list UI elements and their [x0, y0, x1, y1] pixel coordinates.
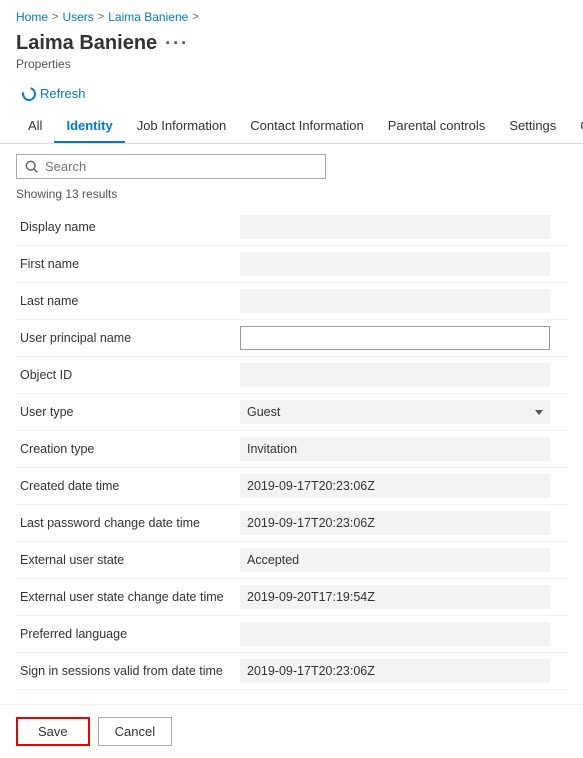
table-row: Display name	[16, 209, 567, 246]
table-row: Object ID	[16, 357, 567, 394]
property-label: Last name	[16, 283, 236, 320]
property-label: Object ID	[16, 357, 236, 394]
table-row: Sign in sessions valid from date time201…	[16, 653, 567, 690]
property-label: External user state	[16, 542, 236, 579]
property-value	[236, 246, 567, 283]
toolbar: Refresh	[0, 77, 583, 110]
property-value	[236, 209, 567, 246]
property-value[interactable]	[236, 320, 567, 357]
property-value	[236, 283, 567, 320]
property-label: User principal name	[16, 320, 236, 357]
results-count: Showing 13 results	[16, 187, 567, 201]
breadcrumb-home[interactable]: Home	[16, 10, 48, 24]
property-label: Created date time	[16, 468, 236, 505]
property-value: 2019-09-17T20:23:06Z	[236, 505, 567, 542]
tab-onprem[interactable]: On-premises	[568, 110, 583, 143]
property-value: Invitation	[236, 431, 567, 468]
content-area: Showing 13 results Display nameFirst nam…	[0, 144, 583, 700]
property-value: 2019-09-17T20:23:06Z	[236, 468, 567, 505]
table-row: Last name	[16, 283, 567, 320]
property-label: External user state change date time	[16, 579, 236, 616]
table-row: External user state change date time2019…	[16, 579, 567, 616]
table-row: External user stateAccepted	[16, 542, 567, 579]
value-text: 2019-09-20T17:19:54Z	[240, 585, 550, 609]
tab-job[interactable]: Job Information	[125, 110, 239, 143]
property-label: Preferred language	[16, 616, 236, 653]
property-label: User type	[16, 394, 236, 431]
property-value	[236, 616, 567, 653]
cancel-button[interactable]: Cancel	[98, 717, 172, 746]
breadcrumb-sep1: >	[52, 11, 58, 23]
search-input[interactable]	[45, 159, 317, 174]
table-row: Creation typeInvitation	[16, 431, 567, 468]
value-text: Accepted	[240, 548, 550, 572]
property-table: Display nameFirst nameLast nameUser prin…	[16, 209, 567, 690]
value-text: Invitation	[240, 437, 550, 461]
refresh-label: Refresh	[40, 86, 86, 101]
editable-field[interactable]	[240, 326, 550, 350]
table-row: First name	[16, 246, 567, 283]
property-label: First name	[16, 246, 236, 283]
page-title-row: Laima Baniene ···	[0, 28, 583, 55]
property-label: Display name	[16, 209, 236, 246]
property-label: Creation type	[16, 431, 236, 468]
chevron-down-icon	[535, 410, 543, 415]
more-options-button[interactable]: ···	[165, 33, 189, 54]
value-text: 2019-09-17T20:23:06Z	[240, 474, 550, 498]
search-icon	[25, 160, 39, 174]
page-subtitle: Properties	[0, 55, 583, 77]
property-label: Sign in sessions valid from date time	[16, 653, 236, 690]
breadcrumb: Home > Users > Laima Baniene >	[0, 0, 583, 28]
property-label: Last password change date time	[16, 505, 236, 542]
property-value	[236, 357, 567, 394]
tab-bar: AllIdentityJob InformationContact Inform…	[0, 110, 583, 144]
value-text: 2019-09-17T20:23:06Z	[240, 511, 550, 535]
property-value: 2019-09-20T17:19:54Z	[236, 579, 567, 616]
page-title: Laima Baniene	[16, 32, 157, 55]
property-value: 2019-09-17T20:23:06Z	[236, 653, 567, 690]
breadcrumb-users[interactable]: Users	[62, 10, 93, 24]
tab-contact[interactable]: Contact Information	[238, 110, 375, 143]
dropdown-field[interactable]: Guest	[240, 400, 550, 424]
table-row: User typeGuest	[16, 394, 567, 431]
tab-parental[interactable]: Parental controls	[376, 110, 498, 143]
refresh-button[interactable]: Refresh	[16, 83, 92, 104]
property-value: Accepted	[236, 542, 567, 579]
footer: Save Cancel	[0, 704, 583, 758]
refresh-icon	[19, 84, 38, 103]
table-row: Preferred language	[16, 616, 567, 653]
value-text: 2019-09-17T20:23:06Z	[240, 659, 550, 683]
table-row: Last password change date time2019-09-17…	[16, 505, 567, 542]
save-button[interactable]: Save	[16, 717, 90, 746]
tab-identity[interactable]: Identity	[54, 110, 124, 143]
breadcrumb-current[interactable]: Laima Baniene	[108, 10, 188, 24]
table-row: Created date time2019-09-17T20:23:06Z	[16, 468, 567, 505]
table-row: User principal name	[16, 320, 567, 357]
breadcrumb-sep3: >	[192, 11, 198, 23]
search-box[interactable]	[16, 154, 326, 179]
property-value[interactable]: Guest	[236, 394, 567, 431]
breadcrumb-sep2: >	[98, 11, 104, 23]
tab-settings[interactable]: Settings	[497, 110, 568, 143]
tab-all[interactable]: All	[16, 110, 54, 143]
